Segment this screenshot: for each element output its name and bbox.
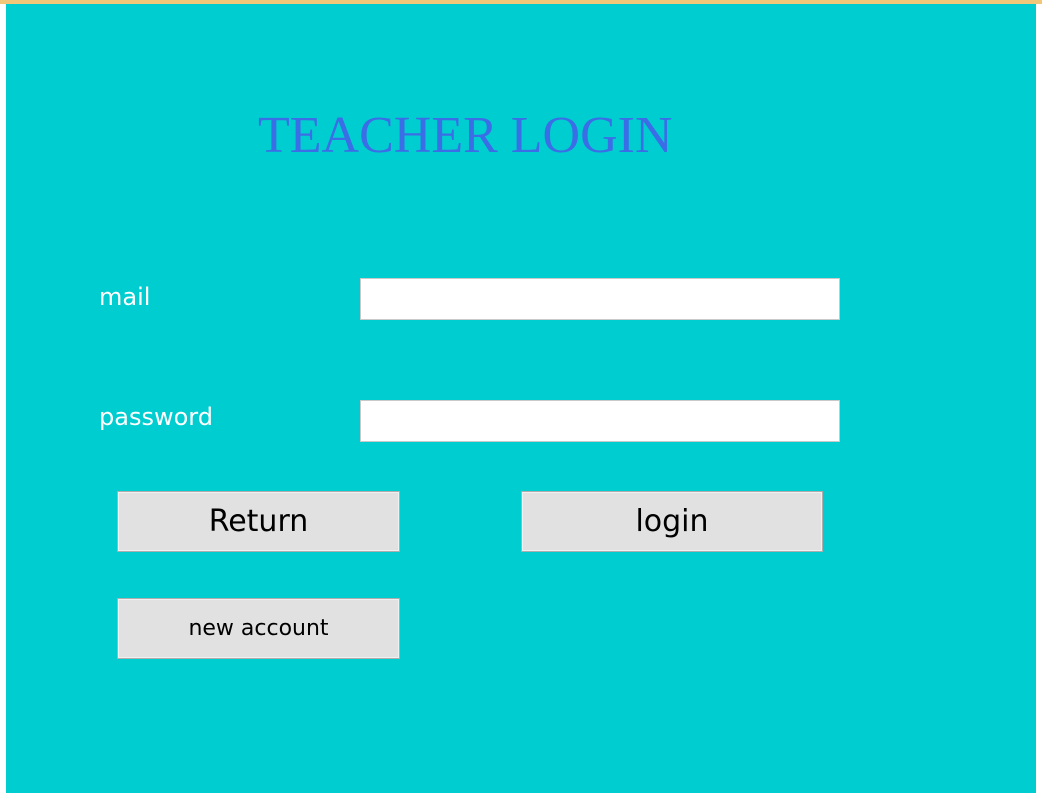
mail-label: mail bbox=[99, 283, 151, 311]
new-account-button[interactable]: new account bbox=[117, 598, 400, 659]
login-button[interactable]: login bbox=[521, 491, 823, 552]
page-title: TEACHER LOGIN bbox=[258, 107, 673, 164]
password-label: password bbox=[99, 403, 213, 431]
return-button[interactable]: Return bbox=[117, 491, 400, 552]
mail-field[interactable] bbox=[360, 278, 840, 320]
password-field[interactable] bbox=[360, 400, 840, 442]
login-window: TEACHER LOGIN mail password Return login… bbox=[0, 0, 1042, 797]
